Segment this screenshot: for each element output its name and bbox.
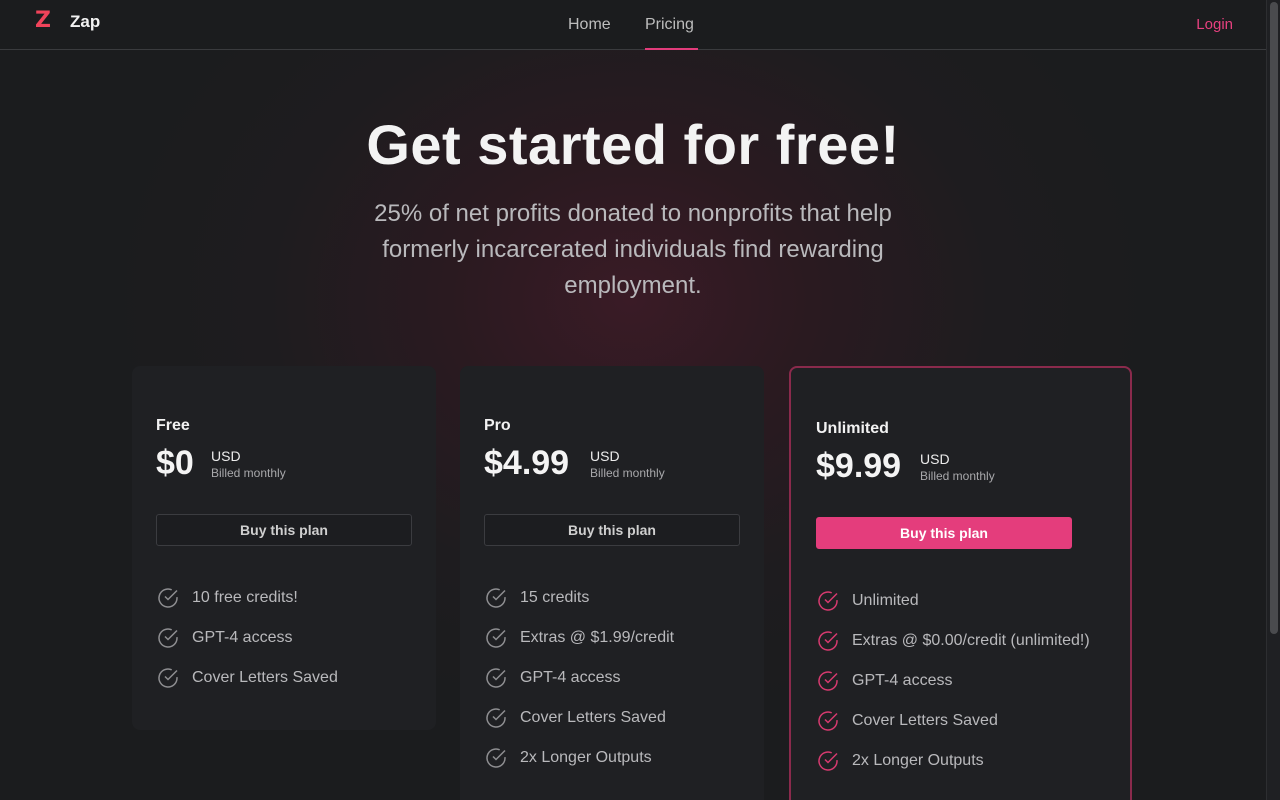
check-circle-icon (486, 628, 506, 648)
zap-logo-icon[interactable]: Z (35, 10, 53, 32)
plan-price: $9.99 (816, 447, 902, 485)
feature-list: 10 free credits! GPT-4 access Cover Lett… (156, 578, 338, 698)
plan-price: $4.99 (484, 444, 570, 482)
login-link[interactable]: Login (1196, 16, 1233, 33)
feature-text: GPT-4 access (520, 669, 621, 686)
buy-plan-button[interactable]: Buy this plan (816, 517, 1072, 549)
feature-text: Cover Letters Saved (192, 669, 338, 686)
feature-text: Cover Letters Saved (520, 709, 666, 726)
check-circle-icon (818, 751, 838, 771)
plan-card-pro: Pro $4.99 USD Billed monthly Buy this pl… (460, 366, 764, 800)
check-circle-icon (818, 631, 838, 651)
feature-item: 2x Longer Outputs (816, 741, 1090, 781)
feature-list: 15 credits Extras @ $1.99/credit GPT-4 a… (484, 578, 674, 778)
scrollbar-thumb[interactable] (1270, 2, 1278, 634)
feature-item: Extras @ $0.00/credit (unlimited!) (816, 621, 1090, 661)
plan-price: $0 (156, 444, 194, 482)
app-name[interactable]: Zap (70, 12, 100, 32)
feature-text: 15 credits (520, 589, 590, 606)
check-circle-icon (818, 671, 838, 691)
feature-text: Unlimited (852, 592, 919, 609)
check-circle-icon (818, 591, 838, 611)
feature-text: 10 free credits! (192, 589, 298, 606)
check-circle-icon (486, 588, 506, 608)
top-navigation-bar: Z Zap Home Pricing Login (0, 0, 1266, 50)
plan-currency: USD (211, 448, 241, 464)
plan-currency: USD (920, 451, 950, 467)
feature-item: Unlimited (816, 581, 1090, 621)
plan-billing-period: Billed monthly (590, 466, 665, 480)
pricing-page: Z Zap Home Pricing Login Get started for… (0, 0, 1280, 800)
hero-subtitle: 25% of net profits donated to nonprofits… (374, 200, 892, 299)
feature-item: Cover Letters Saved (816, 701, 1090, 741)
check-circle-icon (486, 748, 506, 768)
feature-item: GPT-4 access (816, 661, 1090, 701)
plan-card-free: Free $0 USD Billed monthly Buy this plan… (132, 366, 436, 730)
buy-plan-button[interactable]: Buy this plan (156, 514, 412, 546)
nav-link-pricing[interactable]: Pricing (645, 0, 705, 50)
plan-billing-period: Billed monthly (920, 469, 995, 483)
plan-billing-period: Billed monthly (211, 466, 286, 480)
main-nav: Home Pricing (568, 0, 705, 50)
feature-text: Extras @ $1.99/credit (520, 629, 675, 646)
feature-item: 2x Longer Outputs (484, 738, 674, 778)
feature-text: Extras @ $0.00/credit (unlimited!) (852, 632, 1090, 649)
feature-item: Cover Letters Saved (156, 658, 338, 698)
plan-card-unlimited: Unlimited $9.99 USD Billed monthly Buy t… (789, 366, 1132, 800)
check-circle-icon (158, 628, 178, 648)
feature-text: 2x Longer Outputs (852, 752, 984, 769)
check-circle-icon (486, 668, 506, 688)
plan-name: Unlimited (816, 420, 889, 437)
feature-item: Extras @ $1.99/credit (484, 618, 674, 658)
feature-item: 10 free credits! (156, 578, 338, 618)
feature-item: GPT-4 access (484, 658, 674, 698)
check-circle-icon (158, 588, 178, 608)
plan-currency: USD (590, 448, 620, 464)
check-circle-icon (818, 711, 838, 731)
feature-item: 15 credits (484, 578, 674, 618)
feature-text: 2x Longer Outputs (520, 749, 652, 766)
nav-link-home[interactable]: Home (568, 0, 645, 50)
hero-title: Get started for free! (366, 113, 900, 176)
buy-plan-button[interactable]: Buy this plan (484, 514, 740, 546)
page-scrollbar[interactable] (1266, 0, 1280, 800)
check-circle-icon (486, 708, 506, 728)
feature-text: GPT-4 access (192, 629, 293, 646)
plan-name: Free (156, 417, 190, 434)
feature-list: Unlimited Extras @ $0.00/credit (unlimit… (816, 581, 1090, 781)
plan-name: Pro (484, 417, 511, 434)
feature-item: Cover Letters Saved (484, 698, 674, 738)
feature-item: GPT-4 access (156, 618, 338, 658)
feature-text: Cover Letters Saved (852, 712, 998, 729)
check-circle-icon (158, 668, 178, 688)
feature-text: GPT-4 access (852, 672, 953, 689)
